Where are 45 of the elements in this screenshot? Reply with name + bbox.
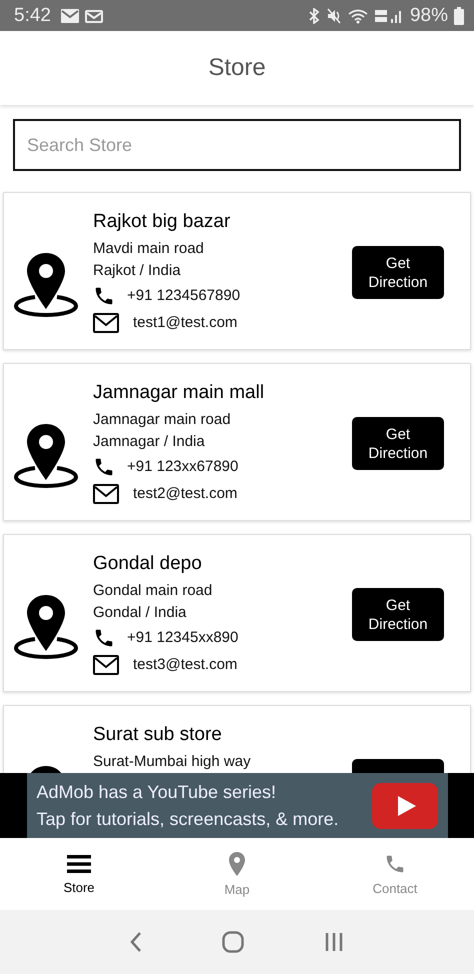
get-direction-button[interactable]: Get Direction	[352, 246, 444, 299]
store-address: Gondal main road	[93, 581, 214, 601]
store-phone: +91 123xx67890	[127, 456, 238, 476]
menu-icon	[67, 854, 91, 874]
mail-icon	[93, 484, 119, 504]
store-name: Rajkot big bazar	[93, 211, 232, 233]
screen-title: Store	[208, 54, 266, 82]
store-email: test2@test.com	[133, 484, 238, 504]
bluetooth-icon	[308, 8, 320, 24]
store-email: test3@test.com	[133, 654, 238, 674]
mail-icon	[84, 8, 103, 23]
recent-apps-icon[interactable]	[324, 932, 344, 952]
battery-level: 98%	[410, 4, 448, 26]
store-name: Surat sub store	[93, 724, 223, 746]
store-city: Gondal / India	[93, 603, 188, 623]
nav-tab[interactable]: Store	[0, 838, 158, 910]
search-field[interactable]: Search Store	[13, 119, 461, 171]
nav-tab[interactable]: Contact	[316, 838, 474, 910]
status-time: 5:42	[14, 4, 51, 26]
mail-icon	[60, 8, 79, 22]
play-icon	[372, 782, 438, 828]
ad-banner[interactable]: AdMob has a YouTube series! Tap for tutorials, screencasts, & more.	[0, 773, 474, 838]
home-icon[interactable]	[222, 931, 244, 953]
signal-icon	[374, 8, 404, 24]
store-address: Surat-Mumbai high way	[93, 752, 252, 772]
nav-tab[interactable]: Map	[158, 838, 316, 910]
get-direction-button[interactable]: Get Direction	[352, 417, 444, 470]
get-direction-button[interactable]: Get Direction	[352, 588, 444, 641]
store-city: Jamnagar / India	[93, 432, 206, 452]
battery-icon	[454, 6, 464, 24]
wifi-icon	[348, 8, 368, 24]
store-address: Mavdi main road	[93, 239, 205, 259]
store-phone: +91 12345xx890	[127, 628, 238, 648]
store-phone: +91 1234567890	[127, 286, 240, 306]
store-name: Jamnagar main mall	[93, 382, 266, 404]
store-city: Rajkot / India	[93, 261, 182, 281]
store-email: test1@test.com	[133, 312, 238, 332]
mail-icon	[93, 312, 119, 332]
back-icon[interactable]	[130, 932, 142, 952]
store-address: Jamnagar main road	[93, 410, 232, 430]
ad-text: AdMob has a YouTube series!	[36, 780, 277, 804]
mail-icon	[93, 654, 119, 674]
ad-text: Tap for tutorials, screencasts, & more.	[36, 808, 339, 831]
store-name: Gondal depo	[93, 553, 203, 575]
mute-icon	[326, 8, 342, 24]
